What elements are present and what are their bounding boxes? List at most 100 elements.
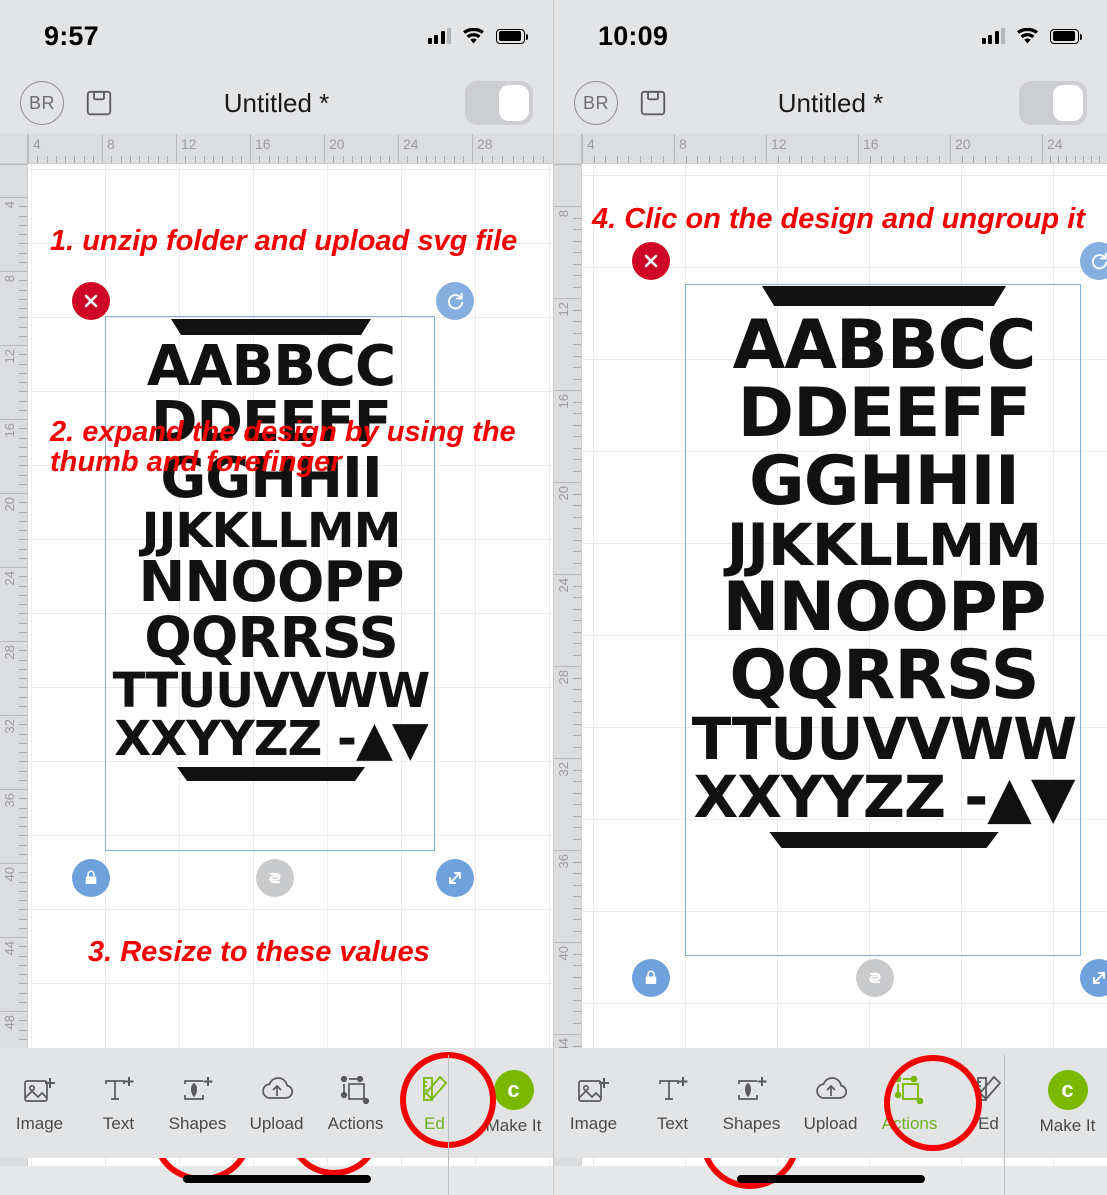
nav-item-upload[interactable]: Upload <box>791 1072 870 1134</box>
ruler-h-seg: 12 <box>176 134 250 163</box>
resize-handle[interactable] <box>436 859 474 897</box>
nav-label-make-it: Make It <box>485 1116 542 1135</box>
nav-item-image[interactable]: Image <box>554 1072 633 1134</box>
canvas-toggle-switch[interactable] <box>465 81 533 125</box>
wifi-icon <box>462 27 485 45</box>
flip-handle[interactable] <box>256 859 294 897</box>
design-letter-row: QQRRSS <box>144 606 399 671</box>
nav-label-image: Image <box>15 1114 64 1133</box>
design-canvas-right[interactable]: AABBCC DDEEFF GGHHII JJKKLLMM NNOOPP QQR… <box>582 164 1107 1166</box>
rotate-handle[interactable] <box>436 282 474 320</box>
delete-handle[interactable] <box>632 242 670 280</box>
status-clock: 9:57 <box>44 20 99 51</box>
nav-item-text[interactable]: Text <box>79 1072 158 1134</box>
floppy-disk-save-icon[interactable] <box>84 88 114 118</box>
canvas-toggle-switch[interactable] <box>1019 81 1087 125</box>
nav-item-text[interactable]: Text <box>633 1072 712 1134</box>
lock-handle[interactable] <box>72 859 110 897</box>
app-header-right: BR Untitled * <box>554 72 1107 134</box>
flip-handle[interactable] <box>856 959 894 997</box>
horizontal-ruler-left: 4 8 12 16 20 24 28 <box>0 134 553 164</box>
shapes-plus-icon <box>180 1072 216 1108</box>
text-plus-icon <box>655 1072 691 1108</box>
design-letter-row: TTUUVVWW <box>112 663 431 719</box>
ruler-v-seg: 40 <box>554 942 581 1034</box>
nav-item-actions[interactable]: Actions <box>316 1072 395 1134</box>
bottom-nav-right[interactable]: Image Text Shapes Upload Actions Ed c Ma… <box>554 1048 1107 1158</box>
wifi-icon <box>1016 27 1039 45</box>
ruler-v-seg: 8 <box>554 206 581 298</box>
image-plus-icon <box>22 1072 58 1108</box>
design-letter-row: QQRRSS <box>729 636 1039 715</box>
work-area-right: 4 8 12 16 20 24 8 12 16 20 24 28 32 36 4… <box>554 134 1107 1189</box>
nav-label-make-it: Make It <box>1039 1116 1096 1135</box>
phone-screenshot-right: 10:09 BR Untitled * 4 8 12 16 20 24 8 12… <box>554 0 1107 1195</box>
vertical-ruler-right: 8 12 16 20 24 28 32 36 40 44 <box>554 164 582 1166</box>
note-4: 4. Clic on the design and ungroup it <box>592 203 1085 235</box>
app-header-left: BR Untitled * <box>0 72 553 134</box>
nav-item-image[interactable]: Image <box>0 1072 79 1134</box>
ruler-v-seg: 28 <box>0 641 27 715</box>
cellular-bars-icon <box>981 28 1005 44</box>
ruler-v-seg: 20 <box>0 493 27 567</box>
nav-label-actions: Actions <box>327 1114 384 1133</box>
alphabet-design-artwork[interactable]: AABBCC DDEEFF GGHHII JJKKLLMM NNOOPP QQR… <box>688 286 1080 848</box>
status-icons <box>427 27 529 45</box>
battery-icon <box>496 28 529 44</box>
ruler-v-seg: 36 <box>0 789 27 863</box>
nav-label-text: Text <box>656 1114 689 1133</box>
ruler-v-seg: 12 <box>554 298 581 390</box>
nav-label-edit: Ed <box>978 1114 999 1133</box>
highlight-circle-actions-nav <box>884 1055 982 1151</box>
avatar[interactable]: BR <box>574 81 618 125</box>
two-screenshot-comparison: 9:57 BR Untitled * 4 8 12 16 20 24 28 4 … <box>0 0 1107 1195</box>
ruler-h-seg: 8 <box>102 134 176 163</box>
ruler-v-seg: 16 <box>0 419 27 493</box>
ruler-h-seg: 8 <box>674 134 766 163</box>
note-3: 3. Resize to these values <box>88 936 430 968</box>
horizontal-ruler-right: 4 8 12 16 20 24 <box>554 134 1107 164</box>
design-letter-row: NNOOPP <box>722 568 1046 647</box>
ruler-v-seg: 28 <box>554 666 581 758</box>
lock-handle[interactable] <box>632 959 670 997</box>
ruler-h-seg: 16 <box>858 134 950 163</box>
phone-screenshot-left: 9:57 BR Untitled * 4 8 12 16 20 24 28 4 … <box>0 0 554 1195</box>
alphabet-design-artwork[interactable]: AABBCC DDEEFF GGHHII JJKKLLMM NNOOPP QQR… <box>108 319 434 781</box>
cellular-bars-icon <box>427 28 451 44</box>
ruler-h-seg: 28 <box>472 134 553 163</box>
floppy-disk-save-icon[interactable] <box>638 88 668 118</box>
delete-handle[interactable] <box>72 282 110 320</box>
design-letter-row: DDEEFF <box>737 374 1032 453</box>
nav-label-upload: Upload <box>803 1114 858 1133</box>
design-letter-row: XXYYZZ -▲▼ <box>693 763 1075 831</box>
design-letter-row: NNOOPP <box>138 550 404 615</box>
ruler-h-seg: 20 <box>324 134 398 163</box>
ruler-v-seg: 36 <box>554 850 581 942</box>
nav-item-shapes[interactable]: Shapes <box>712 1072 791 1134</box>
actions-nodes-icon <box>338 1072 374 1108</box>
note-1: 1. unzip folder and upload svg file <box>50 225 518 257</box>
design-canvas-left[interactable]: AABBCC DDEEFF GGHHII JJKKLLMM NNOOPP QQR… <box>28 164 553 1166</box>
vertical-ruler-left: 4 8 12 16 20 24 28 32 36 40 44 48 <box>0 164 28 1166</box>
ruler-v-seg: 40 <box>0 863 27 937</box>
ruler-v-seg: 24 <box>554 574 581 666</box>
ruler-v-seg: 4 <box>0 197 27 271</box>
cloud-upload-icon <box>259 1072 295 1108</box>
status-bar-left: 9:57 <box>0 0 553 72</box>
avatar[interactable]: BR <box>20 81 64 125</box>
panel-edge-line <box>1004 1055 1005 1195</box>
nav-item-upload[interactable]: Upload <box>237 1072 316 1134</box>
design-letter-row: TTUUVVWW <box>691 705 1077 773</box>
nav-label-text: Text <box>102 1114 135 1133</box>
ruler-v-seg: 8 <box>0 271 27 345</box>
ruler-h-seg: 24 <box>1042 134 1107 163</box>
nav-item-make-it[interactable]: c Make It <box>1028 1070 1107 1136</box>
text-plus-icon <box>101 1072 137 1108</box>
ruler-v-seg: 24 <box>0 567 27 641</box>
design-top-bar <box>171 319 371 335</box>
ruler-h-seg: 4 <box>582 134 674 163</box>
design-letter-row: GGHHII <box>748 442 1020 521</box>
status-bar-right: 10:09 <box>554 0 1107 72</box>
nav-item-shapes[interactable]: Shapes <box>158 1072 237 1134</box>
design-letter-row: XXYYZZ -▲▼ <box>114 711 429 767</box>
